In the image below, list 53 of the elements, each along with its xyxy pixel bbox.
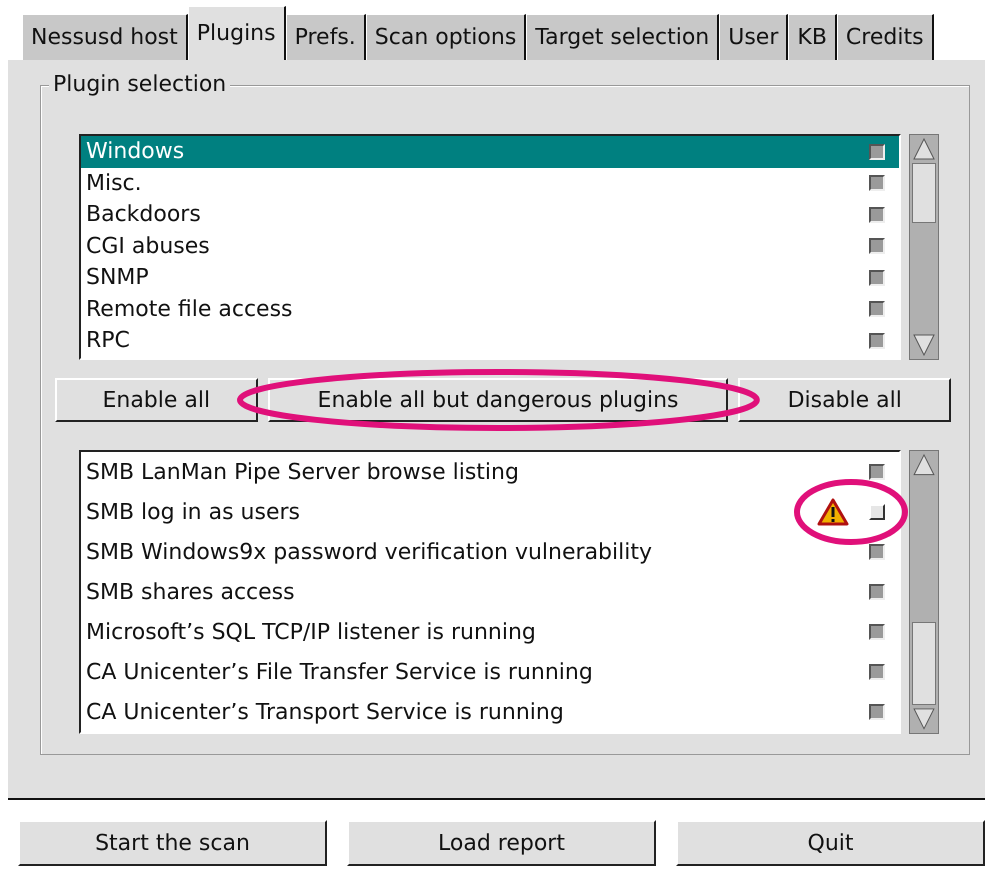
list-row[interactable]: SMB Windows9x password verification vulnerability	[81, 532, 899, 572]
button[interactable]: Quit	[676, 820, 985, 866]
checkbox[interactable]	[869, 301, 885, 318]
plugin-name: SMB Windows9x password verification vulnerability	[86, 538, 652, 566]
scroll-thumb[interactable]	[912, 163, 936, 223]
group-title: Plugin selection	[49, 72, 230, 98]
list-row[interactable]: SMB LanMan Pipe Server browse listing	[81, 452, 899, 492]
plugin-name: Microsoft’s SQL TCP/IP listener is running	[86, 618, 536, 646]
checkbox[interactable]	[869, 332, 885, 349]
list-row[interactable]: SNMP	[81, 262, 899, 294]
button[interactable]: Load report	[347, 820, 656, 866]
checkbox[interactable]	[869, 544, 885, 560]
tab[interactable]: Target selection	[526, 14, 720, 60]
scrollbar[interactable]	[909, 450, 939, 734]
checkbox[interactable]	[869, 206, 885, 223]
button[interactable]: Disable all	[738, 378, 951, 422]
button[interactable]: Enable all but dangerous plugins	[268, 378, 728, 422]
list-row[interactable]: RPC	[81, 325, 899, 356]
list-row[interactable]: SMB shares access	[81, 572, 899, 612]
checkbox[interactable]	[869, 624, 885, 640]
checkbox[interactable]	[869, 238, 885, 254]
list-row[interactable]: Backdoors	[81, 199, 899, 230]
tab[interactable]: Prefs.	[286, 14, 366, 60]
list-row[interactable]: Remote file access	[81, 294, 899, 325]
checkbox[interactable]	[869, 584, 885, 600]
list-row[interactable]: CA Unicenter’s File Transfer Service is running	[81, 652, 899, 692]
list-row[interactable]: CA Unicenter’s Transport Service is running	[81, 692, 899, 732]
scrollbar[interactable]	[909, 134, 939, 360]
plugin-name: SMB LanMan Pipe Server browse listing	[86, 458, 519, 486]
plugin-name: CA Unicenter’s File Transfer Service is running	[86, 658, 593, 686]
scroll-thumb[interactable]	[912, 622, 936, 706]
plugin-name: SMB log in as users	[86, 498, 300, 526]
tab[interactable]: Nessusd host	[22, 14, 188, 60]
list-row[interactable]: CGI abuses	[81, 230, 899, 262]
list-row[interactable]: Microsoft’s SQL TCP/IP listener is running	[81, 612, 899, 652]
checkbox[interactable]	[869, 664, 885, 680]
checkbox[interactable]	[869, 464, 885, 480]
list-row[interactable]: Windows	[81, 136, 899, 168]
button[interactable]: Start the scan	[18, 820, 327, 866]
plugin-name: CA Unicenter’s Transport Service is running	[86, 698, 564, 726]
plugin-name: SMB shares access	[86, 578, 295, 606]
list-row[interactable]: SMB log in as users	[81, 492, 899, 532]
checkbox[interactable]	[869, 144, 885, 160]
checkbox[interactable]	[869, 704, 885, 720]
tab[interactable]: Scan options	[366, 14, 526, 60]
button[interactable]: Enable all	[55, 378, 258, 422]
tab[interactable]: Credits	[836, 14, 934, 60]
tab[interactable]: KB	[788, 14, 837, 60]
checkbox[interactable]	[869, 270, 885, 286]
tab[interactable]: Plugins	[188, 6, 286, 60]
list-row[interactable]: Misc.	[81, 168, 899, 199]
checkbox[interactable]	[869, 175, 885, 192]
tab[interactable]: User	[719, 14, 788, 60]
